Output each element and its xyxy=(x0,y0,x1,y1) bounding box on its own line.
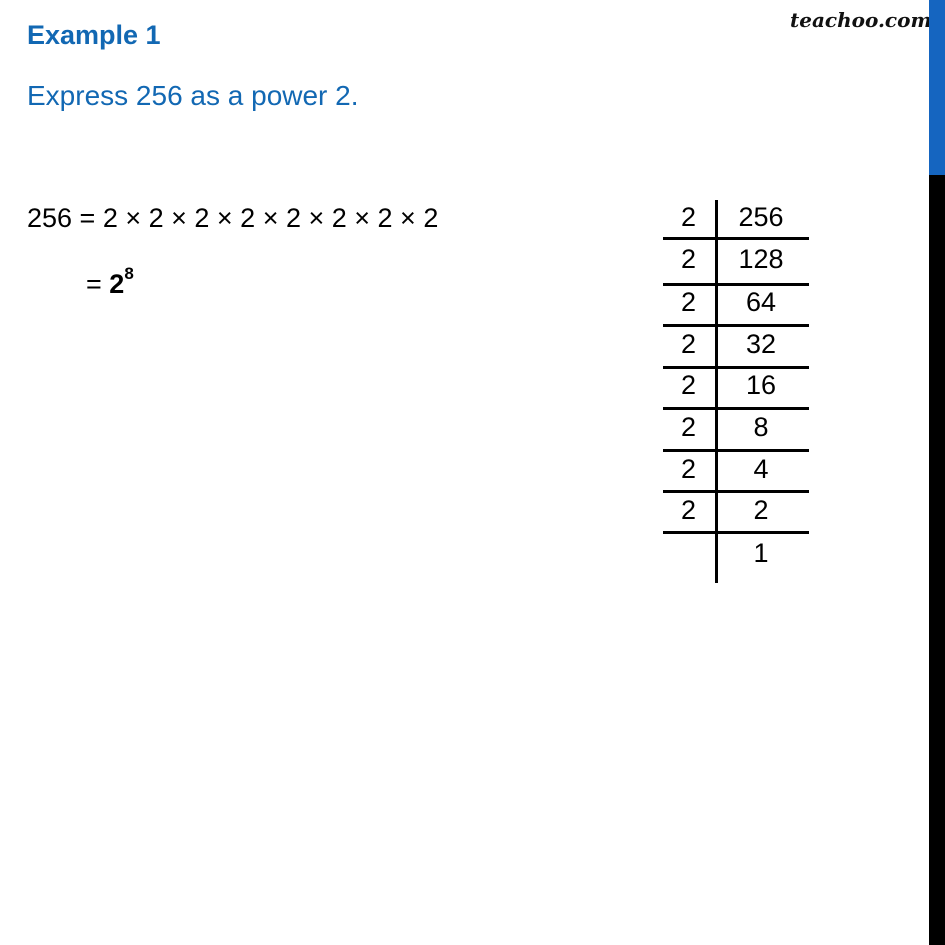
division-vertical-line xyxy=(715,200,718,583)
quotient-cell: 128 xyxy=(738,244,784,274)
factorization-line: 256 = 2 × 2 × 2 × 2 × 2 × 2 × 2 × 2 xyxy=(27,203,439,233)
divisor-cell: 2 xyxy=(681,287,697,317)
power-base: 2 xyxy=(109,269,125,299)
division-row-separator xyxy=(663,237,809,240)
divisor-cell: 2 xyxy=(681,495,697,525)
quotient-cell: 2 xyxy=(753,495,769,525)
division-row-separator xyxy=(663,531,809,534)
divisor-cell: 2 xyxy=(681,370,697,400)
question-text: Express 256 as a power 2. xyxy=(27,80,359,111)
division-row-separator xyxy=(663,490,809,493)
quotient-cell: 64 xyxy=(745,287,777,317)
scrollbar-progress-fill xyxy=(929,0,945,175)
example-title: Example 1 xyxy=(27,20,161,50)
divisor-cell: 2 xyxy=(681,412,697,442)
quotient-cell: 8 xyxy=(753,412,769,442)
power-result-line: = 28 xyxy=(86,264,134,300)
divisor-cell: 2 xyxy=(681,454,697,484)
equals-sign: = xyxy=(86,269,110,299)
division-row-separator xyxy=(663,283,809,286)
power-exponent: 8 xyxy=(124,264,134,283)
brand-logo: teachoo.com xyxy=(790,8,932,32)
quotient-cell: 4 xyxy=(753,454,769,484)
quotient-cell: 32 xyxy=(745,329,777,359)
division-row-separator xyxy=(663,407,809,410)
division-row-separator xyxy=(663,324,809,327)
quotient-cell: 1 xyxy=(753,538,769,568)
divisor-cell: 2 xyxy=(681,329,697,359)
quotient-cell: 16 xyxy=(745,370,777,400)
progress-scrollbar[interactable] xyxy=(929,0,945,945)
quotient-cell: 256 xyxy=(738,202,784,232)
divisor-cell: 2 xyxy=(681,202,697,232)
division-row-separator xyxy=(663,449,809,452)
divisor-cell: 2 xyxy=(681,244,697,274)
division-table: 2 256 2 128 2 64 2 32 2 16 2 8 2 4 2 2 1 xyxy=(663,200,809,583)
division-row-separator xyxy=(663,366,809,369)
